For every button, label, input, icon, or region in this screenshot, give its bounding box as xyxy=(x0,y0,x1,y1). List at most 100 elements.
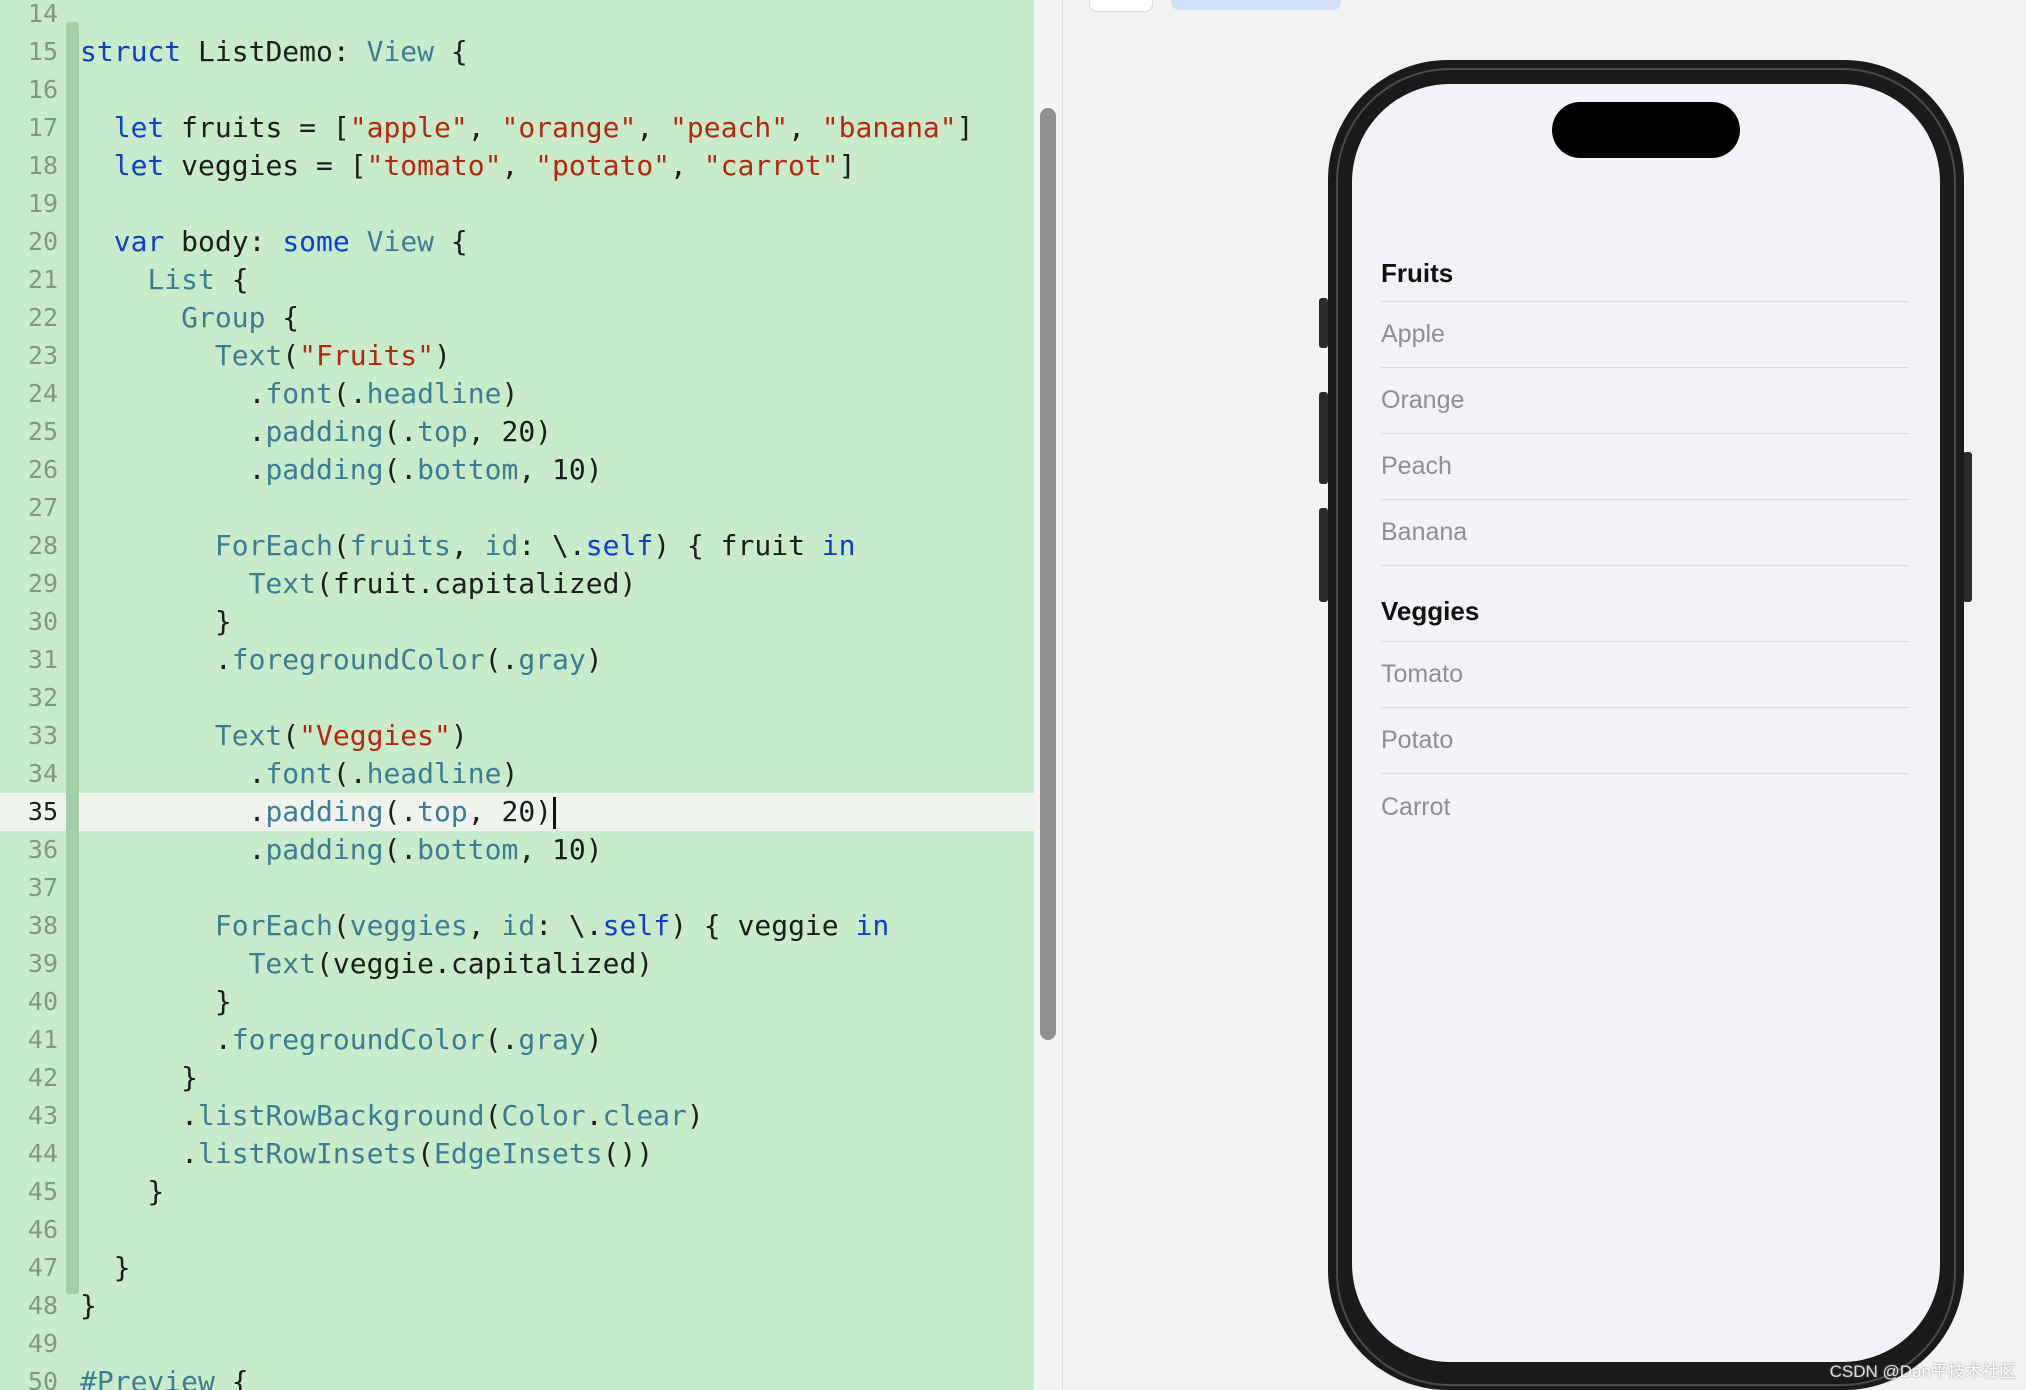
code-line[interactable]: Text("Veggies") xyxy=(80,717,1034,755)
code-line[interactable]: } xyxy=(80,983,1034,1021)
code-token: padding xyxy=(265,415,384,448)
editor-scrollbar-thumb[interactable] xyxy=(1040,108,1056,1040)
code-line[interactable]: #Preview { xyxy=(80,1363,1034,1390)
code-line[interactable] xyxy=(80,71,1034,109)
code-token: . xyxy=(80,1099,199,1132)
code-token: in xyxy=(821,529,856,562)
line-number: 19 xyxy=(27,189,58,218)
line-number: 34 xyxy=(27,759,58,788)
code-token: ) xyxy=(501,757,519,790)
code-line[interactable]: .font(.headline) xyxy=(80,375,1034,413)
list-item[interactable]: Peach xyxy=(1381,434,1909,500)
code-editor[interactable]: 14 15 16 17 18 19 20 21 22 23 24 25 26 27 28 29 30 31 32 33… xyxy=(0,0,1034,1390)
code-line[interactable]: let veggies = ["tomato", "potato", "carr… xyxy=(80,147,1034,185)
line-number: 14 xyxy=(27,0,58,28)
list-item[interactable]: Apple xyxy=(1381,302,1909,368)
line-number: 18 xyxy=(27,151,58,180)
code-token: "orange" xyxy=(501,111,637,144)
code-line[interactable] xyxy=(80,489,1034,527)
code-line[interactable]: .padding(.bottom, 10) xyxy=(80,831,1034,869)
code-line[interactable] xyxy=(80,679,1034,717)
code-line[interactable]: Text("Fruits") xyxy=(80,337,1034,375)
code-token: gray xyxy=(518,643,586,676)
code-token: self xyxy=(585,529,654,562)
code-token: Text xyxy=(214,339,283,372)
line-number: 37 xyxy=(27,873,58,902)
list-item[interactable]: Potato xyxy=(1381,708,1909,774)
code-token: "banana" xyxy=(821,111,957,144)
preview-list[interactable]: Fruits Apple Orange Peach Banana Veggies Tomat… xyxy=(1381,246,1909,840)
code-line[interactable]: Group { xyxy=(80,299,1034,337)
phone-volume-down-button xyxy=(1319,508,1328,602)
code-token: listRowInsets xyxy=(198,1137,418,1170)
code-token: List xyxy=(147,263,215,296)
code-token: in xyxy=(855,909,890,942)
code-token: padding xyxy=(265,833,384,866)
code-line[interactable] xyxy=(80,185,1034,223)
code-token: { xyxy=(434,35,468,68)
code-line[interactable]: } xyxy=(80,1249,1034,1287)
code-line[interactable]: } xyxy=(80,1287,1034,1325)
code-line[interactable]: } xyxy=(80,1173,1034,1211)
line-number: 17 xyxy=(27,113,58,142)
list-item[interactable]: Orange xyxy=(1381,368,1909,434)
code-token: "potato" xyxy=(535,149,671,182)
code-line[interactable] xyxy=(80,0,1034,33)
code-token: let xyxy=(113,149,165,182)
line-number: 23 xyxy=(27,341,58,370)
code-token: let xyxy=(113,111,165,144)
code-token: ( xyxy=(332,909,350,942)
code-line[interactable]: var body: some View { xyxy=(80,223,1034,261)
line-number: 21 xyxy=(27,265,58,294)
change-ribbon[interactable] xyxy=(66,22,79,1294)
code-token: top xyxy=(417,795,468,828)
code-line[interactable]: .foregroundColor(.gray) xyxy=(80,1021,1034,1059)
code-token: (. xyxy=(383,833,418,866)
code-token: ) { veggie xyxy=(670,909,856,942)
code-token: : \. xyxy=(518,529,586,562)
code-token: Text xyxy=(214,719,283,752)
code-line[interactable]: Text(fruit.capitalized) xyxy=(80,565,1034,603)
code-token: { xyxy=(265,301,300,334)
code-line[interactable]: .font(.headline) xyxy=(80,755,1034,793)
code-line[interactable]: } xyxy=(80,1059,1034,1097)
code-token: ) xyxy=(686,1099,704,1132)
code-token: font xyxy=(265,377,333,410)
line-number: 49 xyxy=(27,1329,58,1358)
code-line[interactable]: .padding(.top, 20) xyxy=(80,793,1034,831)
line-number: 36 xyxy=(27,835,58,864)
watermark: CSDN @Dan平技术社区 xyxy=(1829,1362,2016,1381)
code-line[interactable]: } xyxy=(80,603,1034,641)
code-token: . xyxy=(80,643,232,676)
code-token: ) { fruit xyxy=(653,529,822,562)
preview-toolbar-selected-button[interactable] xyxy=(1171,0,1341,10)
code-line[interactable]: .padding(.bottom, 10) xyxy=(80,451,1034,489)
code-line[interactable]: Text(veggie.capitalized) xyxy=(80,945,1034,983)
code-line[interactable]: .padding(.top, 20) xyxy=(80,413,1034,451)
code-line[interactable] xyxy=(80,869,1034,907)
code-line[interactable]: let fruits = ["apple", "orange", "peach"… xyxy=(80,109,1034,147)
code-line[interactable] xyxy=(80,1211,1034,1249)
list-item[interactable]: Tomato xyxy=(1381,642,1909,708)
list-item[interactable]: Banana xyxy=(1381,500,1909,566)
code-line[interactable]: struct ListDemo: View { xyxy=(80,33,1034,71)
code-line[interactable]: ForEach(veggies, id: \.self) { veggie in xyxy=(80,907,1034,945)
code-token: } xyxy=(80,1061,199,1094)
code-token: (. xyxy=(484,643,519,676)
code-token: (veggie.capitalized) xyxy=(316,947,654,980)
code-line[interactable]: .listRowInsets(EdgeInsets()) xyxy=(80,1135,1034,1173)
code-token: , xyxy=(450,529,485,562)
code-line[interactable]: .foregroundColor(.gray) xyxy=(80,641,1034,679)
code-line[interactable]: .listRowBackground(Color.clear) xyxy=(80,1097,1034,1135)
code-token: ListDemo: xyxy=(181,35,367,68)
list-item[interactable]: Carrot xyxy=(1381,774,1909,840)
code-line[interactable]: List { xyxy=(80,261,1034,299)
code-token: ) xyxy=(434,339,451,372)
code-line[interactable]: ForEach(fruits, id: \.self) { fruit in xyxy=(80,527,1034,565)
code-token: , xyxy=(788,111,822,144)
preview-toolbar-button[interactable] xyxy=(1089,0,1153,12)
code-token: (. xyxy=(383,795,418,828)
code-line[interactable] xyxy=(80,1325,1034,1363)
